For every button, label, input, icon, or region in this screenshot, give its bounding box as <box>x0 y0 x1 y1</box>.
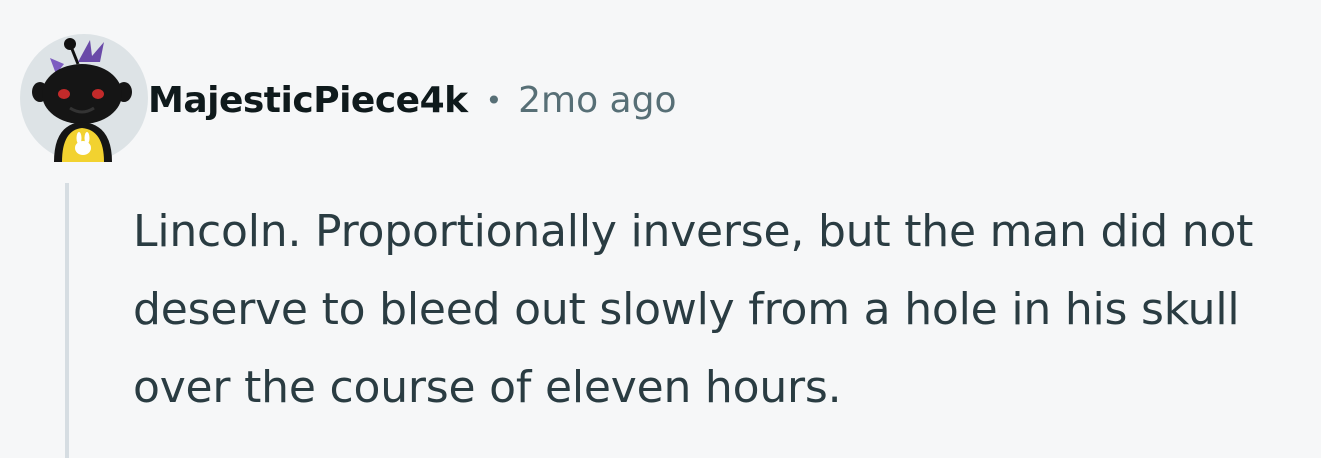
comment: MajesticPiece4k • 2mo ago Lincoln. Propo… <box>0 0 1321 458</box>
author-username[interactable]: MajesticPiece4k <box>148 80 468 121</box>
comment-timestamp[interactable]: 2mo ago <box>518 80 676 121</box>
snoo-avatar-icon <box>20 34 148 162</box>
comment-header: MajesticPiece4k • 2mo ago <box>148 70 676 130</box>
comment-body: Lincoln. Proportionally inverse, but the… <box>133 206 1254 413</box>
meta-separator: • <box>485 83 503 117</box>
user-avatar[interactable] <box>20 34 148 162</box>
thread-line[interactable] <box>65 183 69 458</box>
